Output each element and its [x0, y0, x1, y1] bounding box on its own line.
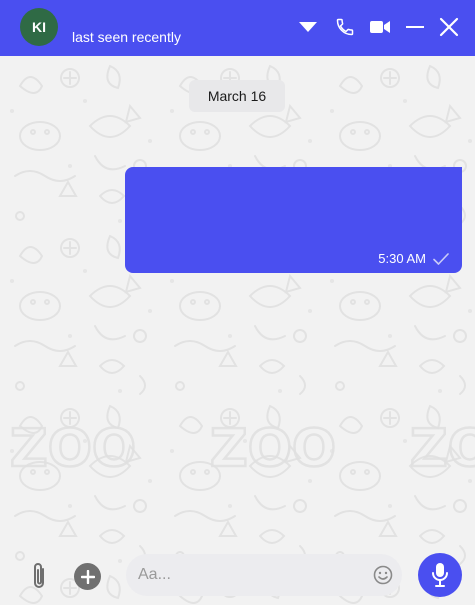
chat-wallpaper: ZOO — [0, 56, 475, 605]
date-separator: March 16 — [189, 80, 285, 112]
sent-check-icon — [433, 253, 449, 265]
message-time: 5:30 AM — [378, 251, 426, 266]
close-icon[interactable] — [436, 14, 462, 40]
last-seen-status: last seen recently — [72, 29, 181, 45]
paperclip-icon[interactable] — [26, 560, 52, 592]
message-input-container — [126, 554, 402, 596]
message-input[interactable] — [138, 554, 368, 596]
chat-window: ZOO KI last seen recently — [0, 0, 475, 605]
dropdown-icon[interactable] — [295, 14, 321, 40]
microphone-icon[interactable] — [418, 553, 462, 597]
avatar[interactable]: KI — [20, 8, 58, 46]
video-camera-icon[interactable] — [367, 14, 393, 40]
outgoing-message-bubble[interactable]: 5:30 AM — [125, 167, 462, 273]
phone-icon[interactable] — [332, 14, 358, 40]
emoji-icon[interactable] — [372, 564, 394, 586]
plus-icon[interactable] — [74, 563, 101, 590]
minimize-icon[interactable] — [402, 14, 428, 40]
chat-header: KI last seen recently — [0, 0, 475, 56]
